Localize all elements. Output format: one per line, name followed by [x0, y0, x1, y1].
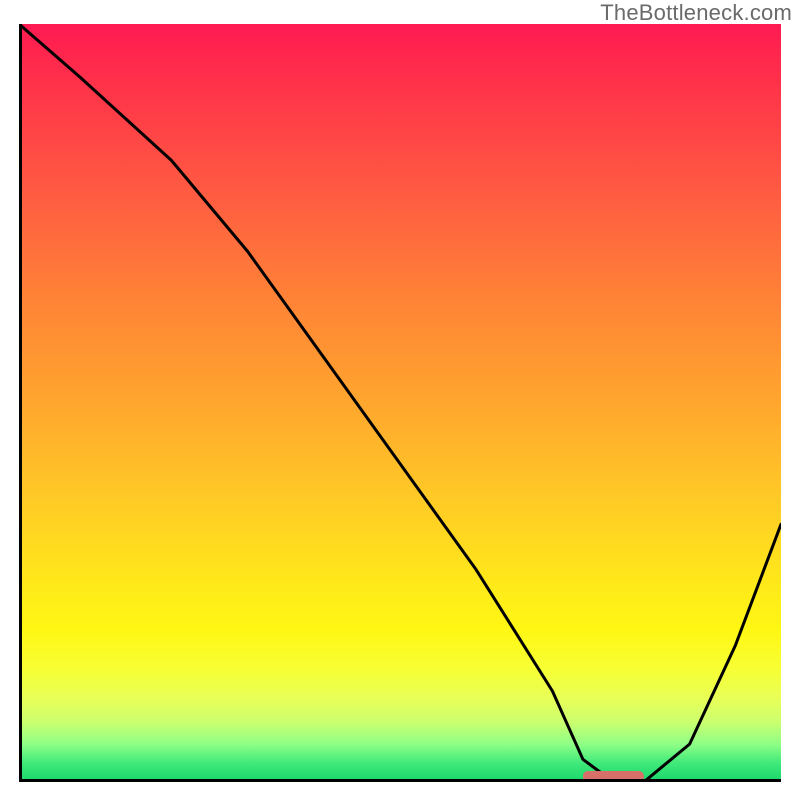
watermark-text: TheBottleneck.com — [600, 0, 792, 26]
chart-stage: TheBottleneck.com — [0, 0, 800, 800]
plot-axes — [19, 24, 781, 782]
plot-area — [19, 24, 781, 782]
